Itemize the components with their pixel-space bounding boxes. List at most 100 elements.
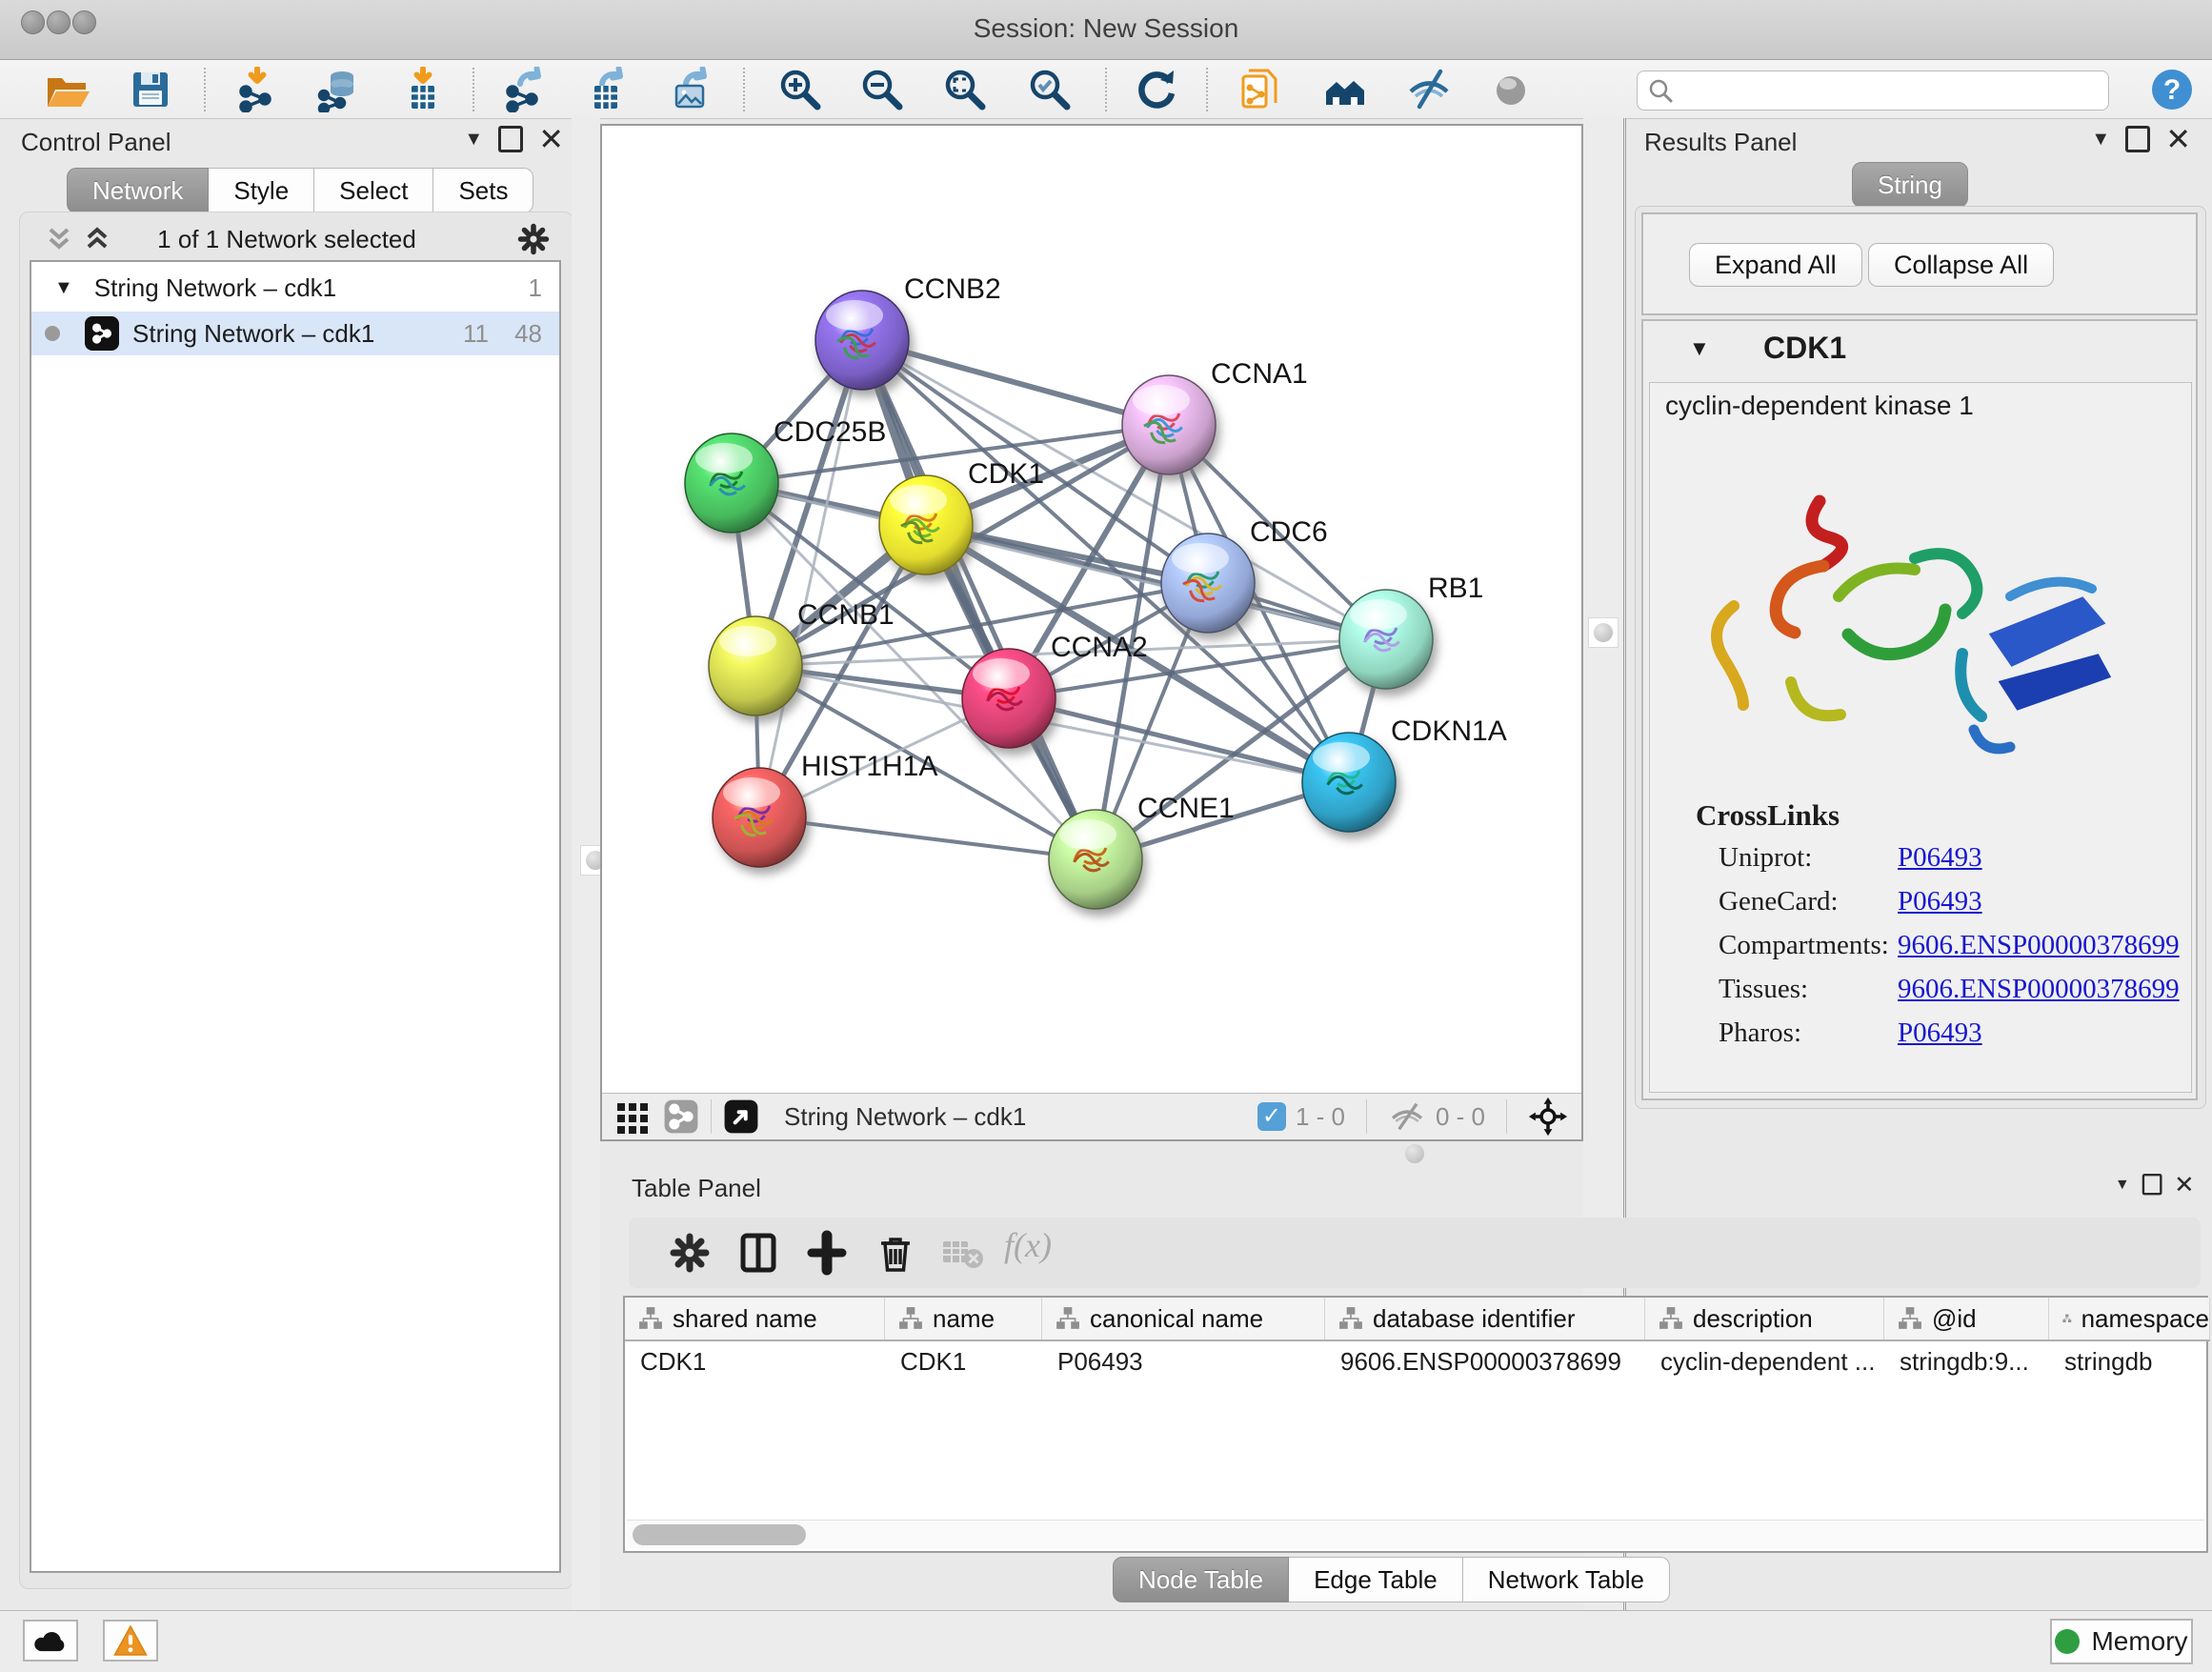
tab-node-table[interactable]: Node Table (1113, 1557, 1289, 1602)
table-panel-float-icon[interactable] (2142, 1174, 2162, 1195)
string-import-button[interactable] (1233, 66, 1286, 113)
cloud-icon (32, 1626, 69, 1655)
tab-string[interactable]: String (1852, 162, 1968, 208)
tab-sets[interactable]: Sets (433, 168, 533, 213)
column-header-databaseidentifier[interactable]: database identifier (1325, 1298, 1645, 1340)
control-panel-close-icon[interactable]: ✕ (538, 129, 564, 150)
tree-row-collection[interactable]: ▼ String Network – cdk1 1 (31, 266, 559, 310)
warning-button[interactable] (103, 1620, 158, 1662)
zoom-in-button[interactable] (774, 66, 827, 113)
results-panel-close-icon[interactable]: ✕ (2165, 129, 2191, 150)
memory-button[interactable]: Memory (2050, 1619, 2193, 1664)
zoom-out-button[interactable] (855, 66, 909, 113)
column-header-namespace[interactable]: namespace (2049, 1298, 2210, 1340)
zoom-selected-button[interactable] (1023, 66, 1076, 113)
selected-checkbox-icon[interactable]: ✓ (1257, 1102, 1286, 1131)
search-input[interactable] (1681, 76, 2099, 105)
edge-HIST1H1A-CCNE1[interactable] (759, 817, 1096, 859)
table-cell[interactable]: stringdb (2049, 1341, 2210, 1381)
control-panel-title: Control Panel (21, 128, 171, 157)
table-row[interactable]: CDK1CDK1P064939606.ENSP00000378699cyclin… (625, 1341, 2210, 1381)
help-button[interactable]: ? (2145, 66, 2199, 113)
export-table-button[interactable] (579, 66, 633, 113)
node-CCNE1[interactable]: CCNE1 (1049, 793, 1235, 909)
table-cell[interactable]: 9606.ENSP00000378699 (1325, 1341, 1645, 1381)
node-CDK1[interactable]: CDK1 (879, 458, 1044, 574)
node-CDC6[interactable]: CDC6 (1161, 516, 1328, 633)
table-hscrollbar[interactable] (627, 1520, 2204, 1549)
refresh-button[interactable] (1130, 66, 1183, 113)
horizontal-splitter[interactable] (600, 1141, 1583, 1166)
node-RB1[interactable]: RB1 (1339, 573, 1483, 689)
create-column-plus-icon[interactable] (804, 1230, 850, 1276)
tab-network[interactable]: Network (67, 168, 209, 213)
table-hscrollbar-thumb[interactable] (633, 1524, 806, 1545)
delete-column-trash-icon[interactable] (873, 1230, 918, 1276)
left-splitter[interactable] (572, 118, 600, 1610)
import-database-button[interactable] (312, 66, 366, 113)
column-header-sharedname[interactable]: shared name (625, 1298, 885, 1340)
table-panel-close-icon[interactable]: ✕ (2175, 1176, 2195, 1193)
save-session-button[interactable] (124, 66, 177, 113)
table-cell[interactable]: stringdb:9... (1884, 1341, 2049, 1381)
crosslink-link[interactable]: P06493 (1898, 1017, 1982, 1049)
open-session-button[interactable] (40, 66, 93, 113)
search-box[interactable] (1637, 71, 2109, 111)
tab-select[interactable]: Select (314, 168, 433, 213)
node-CCNB1[interactable]: CCNB1 (709, 599, 895, 715)
collapse-all-icon[interactable] (45, 226, 73, 252)
horizontal-splitter-handle[interactable] (1400, 1139, 1429, 1168)
results-panel-collapse-icon[interactable]: ▼ (2091, 129, 2110, 151)
node-CDKN1A[interactable]: CDKN1A (1302, 715, 1507, 832)
node-CCNA1[interactable]: CCNA1 (1122, 358, 1308, 474)
node-label-CCNA1: CCNA1 (1211, 358, 1308, 390)
show-columns-icon[interactable] (735, 1230, 781, 1276)
network-options-gear-icon[interactable] (515, 221, 552, 257)
table-cell[interactable]: CDK1 (885, 1341, 1042, 1381)
collapse-all-button[interactable]: Collapse All (1868, 243, 2054, 287)
import-network-button[interactable] (231, 66, 284, 113)
home-button[interactable] (1318, 66, 1372, 113)
export-image-button[interactable] (663, 66, 716, 113)
tab-edge-table[interactable]: Edge Table (1289, 1557, 1463, 1602)
tab-style[interactable]: Style (209, 168, 314, 213)
crosslink-link[interactable]: P06493 (1898, 886, 1982, 917)
hide-panel-button[interactable] (1402, 66, 1456, 113)
expand-all-button[interactable]: Expand All (1689, 243, 1862, 287)
column-header-id[interactable]: @id (1884, 1298, 2049, 1340)
crosslink-link[interactable]: P06493 (1898, 842, 1982, 874)
cloud-button[interactable] (23, 1620, 78, 1662)
right-splitter-handle[interactable] (1588, 617, 1619, 648)
tree-row-network[interactable]: String Network – cdk1 11 48 (31, 312, 559, 355)
crosslink-link[interactable]: 9606.ENSP00000378699 (1898, 974, 2180, 1005)
open-in-window-icon[interactable] (723, 1098, 759, 1135)
show-panel-button[interactable] (1484, 66, 1538, 113)
table-cell[interactable]: P06493 (1042, 1341, 1325, 1381)
edge-CCNB2-HIST1H1A[interactable] (759, 340, 862, 817)
network-status-dot (45, 326, 60, 341)
zoom-fit-button[interactable] (938, 66, 992, 113)
entry-disclosure-icon[interactable]: ▼ (1689, 336, 1710, 361)
network-share-icon[interactable] (663, 1098, 699, 1135)
crosslink-link[interactable]: 9606.ENSP00000378699 (1898, 930, 2180, 961)
crosslink-row: GeneCard: P06493 (1719, 886, 2176, 930)
network-canvas[interactable]: CCNB2 CCNA1 CDC25B CDK1 CDC6 RB1 CCNB1 C… (602, 126, 1581, 1094)
results-panel-float-icon[interactable] (2125, 126, 2150, 152)
import-table-button[interactable] (396, 66, 450, 113)
node-HIST1H1A[interactable]: HIST1H1A (713, 751, 937, 867)
tree-disclosure-icon[interactable]: ▼ (54, 277, 73, 299)
column-header-name[interactable]: name (885, 1298, 1042, 1340)
table-panel-collapse-icon[interactable]: ▼ (2115, 1176, 2130, 1193)
birdseye-grid-icon[interactable] (615, 1099, 650, 1134)
fit-content-crosshair-icon[interactable] (1528, 1097, 1568, 1137)
tab-network-table[interactable]: Network Table (1463, 1557, 1670, 1602)
control-panel-collapse-icon[interactable]: ▼ (464, 129, 483, 151)
table-panel: Table Panel ▼ ✕ f(x) shared namenamecano… (616, 1166, 2212, 1601)
table-cell[interactable]: cyclin-dependent ... (1645, 1341, 1884, 1381)
table-settings-gear-icon[interactable] (667, 1230, 713, 1276)
export-network-button[interactable] (497, 66, 551, 113)
control-panel-float-icon[interactable] (498, 126, 523, 152)
column-header-description[interactable]: description (1645, 1298, 1884, 1340)
column-header-canonicalname[interactable]: canonical name (1042, 1298, 1325, 1340)
table-cell[interactable]: CDK1 (625, 1341, 885, 1381)
